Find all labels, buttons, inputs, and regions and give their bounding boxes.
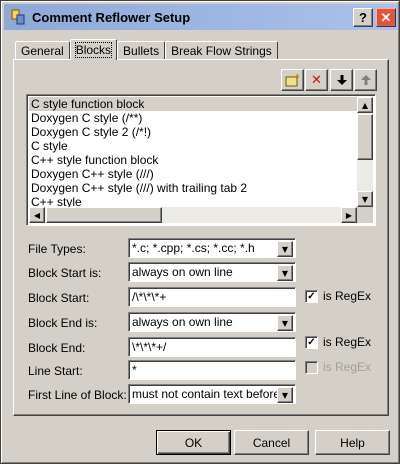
block-start-is-label: Block Start is: — [28, 266, 102, 280]
file-types-dropdown-button[interactable]: ▼ — [277, 241, 293, 257]
window-title: Comment Reflower Setup — [32, 9, 191, 25]
ok-button[interactable]: OK — [156, 430, 231, 455]
horizontal-scrollbar[interactable]: ◀ ▶ — [29, 207, 357, 223]
triangle-right-icon: ▶ — [345, 210, 353, 220]
new-item-icon — [285, 73, 299, 87]
horizontal-scroll-thumb[interactable] — [46, 207, 162, 223]
tab-strip: General Blocks Bullets Break Flow String… — [15, 39, 278, 60]
triangle-left-icon: ◀ — [33, 210, 41, 220]
scroll-corner — [357, 207, 373, 223]
delete-icon: ✕ — [311, 72, 322, 88]
block-list-items: C style function block Doxygen C style (… — [29, 97, 357, 207]
block-start-is-select[interactable]: always on own line ▼ — [128, 262, 296, 282]
triangle-down-icon: ▼ — [361, 194, 369, 204]
checkbox-box: ✓ — [305, 335, 318, 349]
arrow-up-icon — [360, 75, 371, 85]
line-start-value: * — [132, 363, 137, 377]
checkbox-box: ✓ — [305, 289, 318, 303]
block-start-is-value: always on own line — [132, 265, 233, 279]
scroll-down-button[interactable]: ▼ — [357, 191, 373, 207]
delete-block-button[interactable]: ✕ — [305, 69, 328, 91]
app-icon — [11, 9, 25, 25]
cancel-button[interactable]: Cancel — [234, 430, 309, 455]
line-start-regex-checkbox[interactable]: is RegEx — [305, 360, 371, 374]
list-item[interactable]: C++ style function block — [29, 153, 357, 167]
first-line-dropdown-button[interactable]: ▼ — [277, 387, 293, 403]
tab-general[interactable]: General — [15, 41, 70, 59]
block-end-is-label: Block End is: — [28, 316, 98, 330]
list-item[interactable]: C style function block — [29, 97, 357, 111]
block-end-is-dropdown-button[interactable]: ▼ — [277, 315, 293, 331]
chevron-down-icon: ▼ — [281, 390, 289, 400]
chevron-down-icon: ▼ — [281, 244, 289, 254]
vertical-scroll-thumb[interactable] — [357, 114, 373, 160]
vertical-scrollbar[interactable]: ▲ ▼ — [357, 97, 373, 207]
file-types-combo[interactable]: *.c; *.cpp; *.cs; *.cc; *.h ▼ — [128, 238, 296, 258]
move-down-button[interactable] — [330, 69, 353, 91]
file-types-value: *.c; *.cpp; *.cs; *.cc; *.h — [132, 241, 255, 255]
scroll-left-button[interactable]: ◀ — [29, 207, 45, 223]
new-block-button[interactable] — [281, 69, 304, 91]
list-item[interactable]: Doxygen C style 2 (/*!) — [29, 125, 357, 139]
tab-break-flow-strings[interactable]: Break Flow Strings — [165, 41, 278, 59]
tab-bullets[interactable]: Bullets — [117, 41, 166, 59]
triangle-up-icon: ▲ — [361, 100, 369, 110]
list-item[interactable]: C style — [29, 139, 357, 153]
list-item[interactable]: Doxygen C style (/**) — [29, 111, 357, 125]
scroll-right-button[interactable]: ▶ — [341, 207, 357, 223]
title-bar[interactable]: Comment Reflower Setup ? ✕ — [4, 4, 398, 30]
close-icon: ✕ — [380, 9, 392, 25]
file-types-label: File Types: — [28, 242, 86, 256]
help-title-button[interactable]: ? — [353, 8, 373, 27]
close-title-button[interactable]: ✕ — [376, 8, 396, 27]
block-end-regex-label: is RegEx — [323, 335, 372, 349]
help-icon: ? — [359, 10, 367, 25]
chevron-down-icon: ▼ — [281, 318, 289, 328]
chevron-down-icon: ▼ — [281, 268, 289, 278]
block-end-is-value: always on own line — [132, 315, 233, 329]
block-list[interactable]: C style function block Doxygen C style (… — [26, 94, 376, 226]
first-line-label: First Line of Block: — [28, 388, 127, 402]
block-end-regex-checkbox[interactable]: ✓ is RegEx — [305, 335, 371, 349]
arrow-down-icon — [336, 75, 347, 85]
scroll-up-button[interactable]: ▲ — [357, 97, 373, 113]
block-start-label: Block Start: — [28, 291, 90, 305]
checkbox-box — [305, 360, 318, 374]
block-end-input[interactable]: \*\*\*+/ — [128, 337, 296, 357]
line-start-label: Line Start: — [28, 364, 83, 378]
list-item[interactable]: Doxygen C++ style (///) — [29, 167, 357, 181]
block-start-value: /\*\*\*+ — [132, 290, 167, 304]
move-up-button[interactable] — [354, 69, 377, 91]
block-start-regex-label: is RegEx — [323, 289, 372, 303]
block-end-is-select[interactable]: always on own line ▼ — [128, 312, 296, 332]
line-start-input[interactable]: * — [128, 360, 296, 380]
tab-blocks[interactable]: Blocks — [69, 39, 118, 60]
list-item[interactable]: Doxygen C++ style (///) with trailing ta… — [29, 181, 357, 195]
list-item[interactable]: C++ style — [29, 195, 357, 207]
block-end-value: \*\*\*+/ — [132, 340, 167, 354]
help-button[interactable]: Help — [315, 430, 390, 455]
block-start-input[interactable]: /\*\*\*+ — [128, 287, 296, 307]
first-line-select[interactable]: must not contain text before start ▼ — [128, 384, 296, 404]
block-end-label: Block End: — [28, 341, 86, 355]
block-start-regex-checkbox[interactable]: ✓ is RegEx — [305, 289, 371, 303]
first-line-value: must not contain text before start — [132, 387, 278, 401]
line-start-regex-label: is RegEx — [323, 360, 372, 374]
dialog-window: Comment Reflower Setup ? ✕ General Block… — [0, 0, 400, 464]
block-start-is-dropdown-button[interactable]: ▼ — [277, 265, 293, 281]
